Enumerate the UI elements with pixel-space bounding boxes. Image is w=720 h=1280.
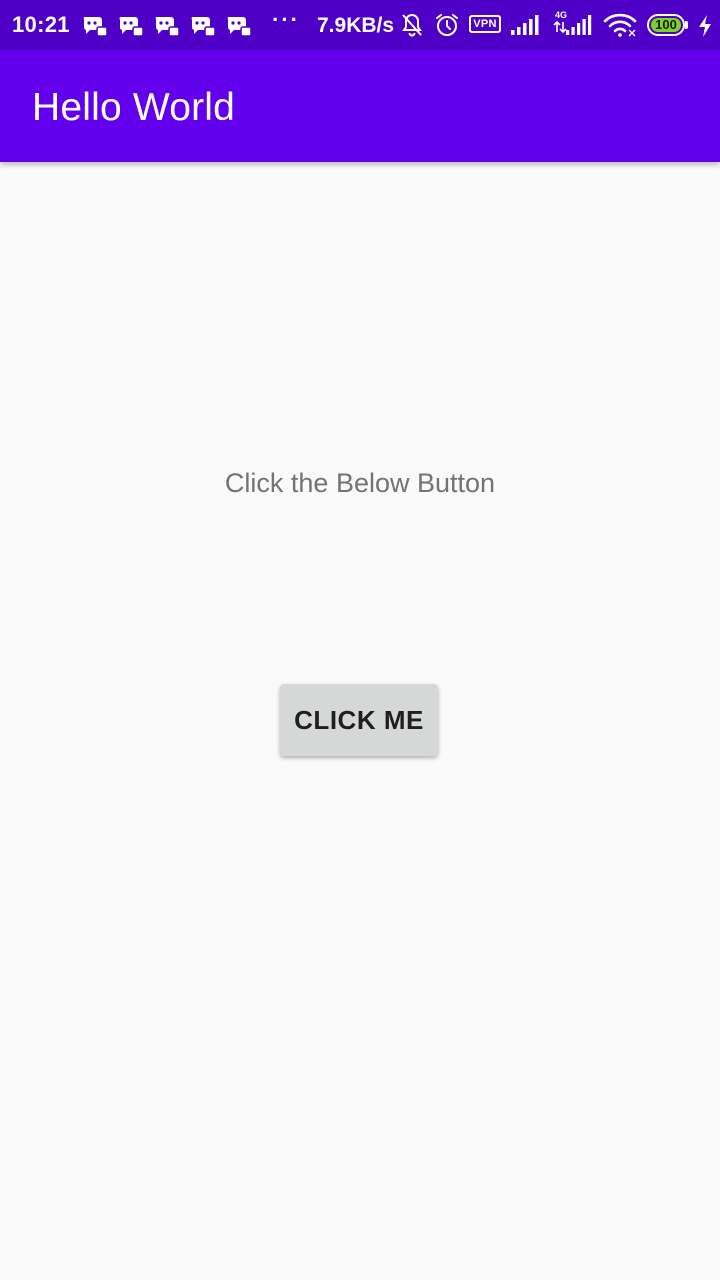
signal-icon: [511, 15, 539, 35]
battery-body: 100: [647, 14, 685, 36]
vpn-icon: VPN: [469, 15, 501, 33]
charging-icon: [699, 15, 711, 37]
battery-icon: 100: [647, 14, 689, 36]
status-time: 10:21: [12, 12, 70, 37]
signal-4g-icon: 4G: [553, 10, 593, 37]
bell-off-icon: [402, 13, 422, 37]
wifi-icon: [603, 13, 637, 37]
main-content: Click the Below Button CLICK ME: [0, 162, 720, 1280]
battery-level: 100: [651, 18, 681, 32]
chat-app-icon: [119, 17, 144, 37]
app-title: Hello World: [32, 86, 236, 129]
signal-bars-icon: [566, 15, 592, 35]
network-speed: 7.9KB/s: [317, 14, 395, 37]
chat-app-icon: [191, 17, 216, 37]
chat-app-icon: [155, 17, 180, 37]
status-bar: 10:21 ··· 7.9KB/s VPN 4G 100: [0, 0, 720, 50]
chat-app-icon: [83, 17, 108, 37]
overflow-indicator: ···: [272, 7, 300, 32]
battery-cap: [685, 21, 688, 29]
app-bar: Hello World: [0, 50, 720, 162]
click-me-button[interactable]: CLICK ME: [280, 684, 438, 756]
prompt-text: Click the Below Button: [224, 468, 496, 498]
alarm-icon: [436, 14, 458, 36]
chat-app-icon: [227, 17, 252, 37]
